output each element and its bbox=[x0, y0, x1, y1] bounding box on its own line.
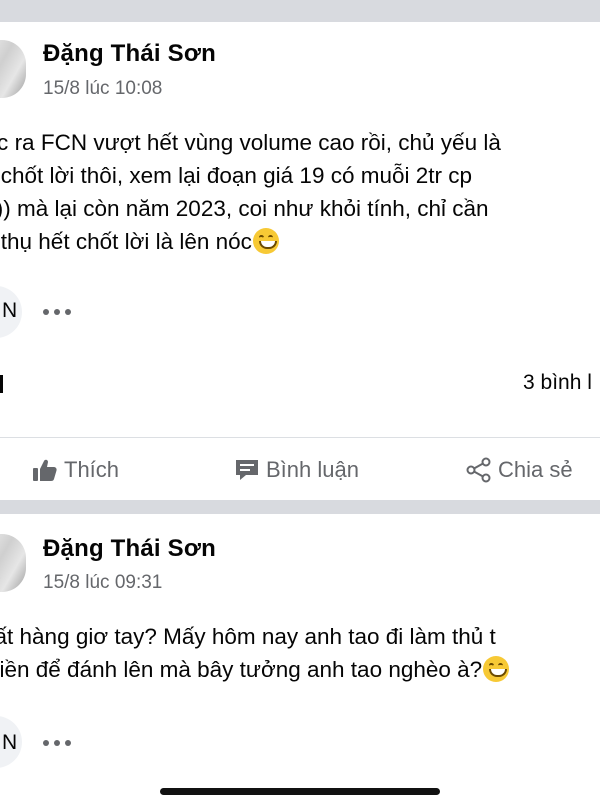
post-timestamp[interactable]: 15/8 lúc 10:08 bbox=[43, 78, 162, 100]
grinning-face-emoji bbox=[252, 228, 279, 254]
post-text-line: :))) mà lại còn năm 2023, coi như khỏi t… bbox=[0, 196, 489, 221]
reaction-initial: N bbox=[2, 731, 18, 754]
reactions-count-partial[interactable] bbox=[0, 375, 3, 393]
post-text-line-last: o thụ hết chốt lời là lên nóc bbox=[0, 227, 600, 257]
post-timestamp[interactable]: 15/8 lúc 09:31 bbox=[43, 572, 162, 594]
post-text-line-last: ʼ tiền để đánh lên mà bây tưởng anh tao … bbox=[0, 655, 600, 685]
feed-separator bbox=[0, 0, 600, 22]
share-label: Chia sẻ bbox=[498, 457, 573, 482]
feed-separator bbox=[0, 500, 600, 514]
reaction-initial: N bbox=[2, 299, 18, 322]
home-indicator bbox=[160, 788, 440, 795]
post-text-line: nất hàng giơ tay? Mấy hôm nay anh tao đi… bbox=[0, 624, 496, 649]
action-divider bbox=[0, 437, 600, 438]
grinning-face-emoji bbox=[483, 656, 510, 682]
like-button[interactable]: Thích bbox=[32, 452, 119, 488]
post-text-line: ực ra FCN vượt hết vùng volume cao rồi, … bbox=[0, 130, 501, 155]
thumbs-up-icon bbox=[33, 459, 57, 481]
post-text-line: n chốt lời thôi, xem lại đoạn giá 19 có … bbox=[0, 163, 473, 188]
post-body: ực ra FCN vượt hết vùng volume cao rồi, … bbox=[0, 128, 600, 258]
comments-count[interactable]: 3 bình l bbox=[523, 371, 592, 395]
more-options-icon[interactable] bbox=[43, 738, 75, 748]
author-avatar[interactable] bbox=[0, 40, 26, 98]
share-button[interactable]: Chia sẻ bbox=[466, 452, 573, 488]
post-text-line: ʼ tiền để đánh lên mà bây tưởng anh tao … bbox=[0, 657, 483, 682]
author-avatar[interactable] bbox=[0, 534, 26, 592]
share-icon bbox=[466, 457, 491, 483]
post-text-line: o thụ hết chốt lời là lên nóc bbox=[0, 229, 252, 254]
post-author[interactable]: Đặng Thái Sơn bbox=[43, 40, 216, 68]
more-options-icon[interactable] bbox=[43, 307, 75, 317]
comment-label: Bình luận bbox=[266, 457, 359, 482]
like-label: Thích bbox=[64, 457, 120, 482]
comment-button[interactable]: Bình luận bbox=[234, 452, 359, 488]
comment-icon bbox=[236, 460, 258, 480]
post-body: nất hàng giơ tay? Mấy hôm nay anh tao đi… bbox=[0, 622, 600, 692]
post-author[interactable]: Đặng Thái Sơn bbox=[43, 535, 216, 563]
